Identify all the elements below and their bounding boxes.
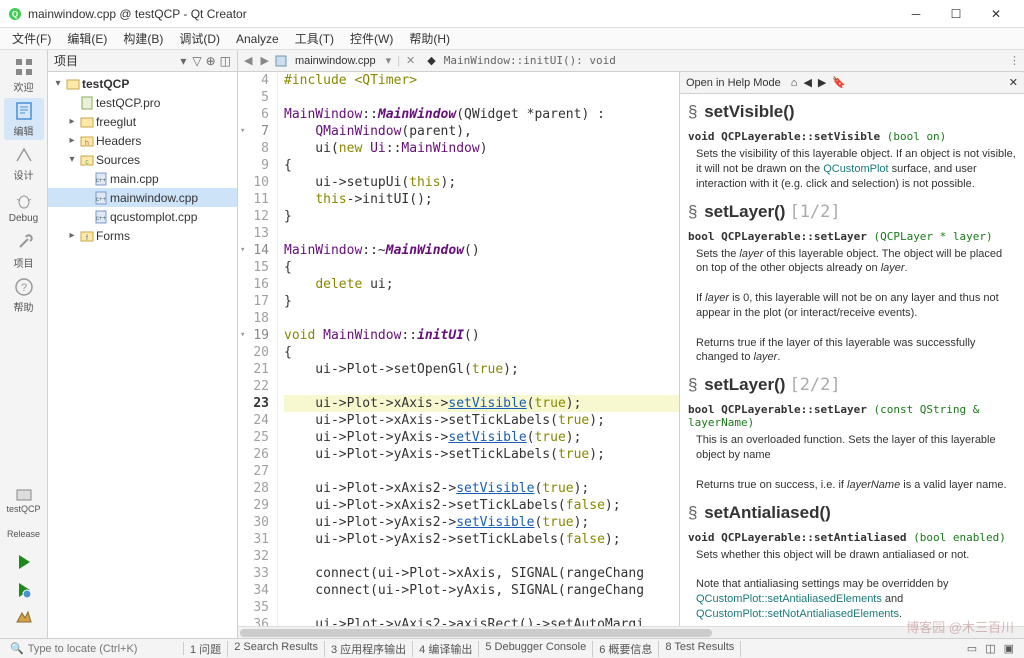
status-tab[interactable]: 1 问题 (184, 641, 228, 657)
svg-text:c++: c++ (96, 178, 107, 184)
menu-item[interactable]: 编辑(E) (61, 28, 113, 49)
svg-text:c++: c++ (96, 197, 107, 203)
nav-back-icon[interactable]: ◀ (242, 54, 254, 67)
status-tab[interactable]: 5 Debugger Console (479, 641, 593, 657)
mode-toolbar: 欢迎编辑设计Debug项目?帮助 testQCP Release (0, 50, 48, 638)
svg-text:h: h (85, 140, 89, 147)
mode-wrench[interactable]: 项目 (4, 230, 44, 272)
tree-item[interactable]: ▾testQCP (48, 74, 237, 93)
maximize-button[interactable]: ☐ (936, 2, 976, 26)
nav-fwd-icon[interactable]: ▶ (258, 54, 270, 67)
line-col-indicator[interactable]: ⋮ (1009, 54, 1020, 67)
code-editor[interactable]: 4567891011121314151617181920212223242526… (238, 72, 679, 626)
menu-item[interactable]: 控件(W) (344, 28, 399, 49)
tree-item[interactable]: ▸hHeaders (48, 131, 237, 150)
sync-icon[interactable]: ⊕ (206, 54, 216, 68)
tree-item[interactable]: testQCP.pro (48, 93, 237, 112)
help-mode-label[interactable]: Open in Help Mode (686, 77, 781, 89)
tree-item[interactable]: c++main.cpp (48, 169, 237, 188)
titlebar: Q mainwindow.cpp @ testQCP - Qt Creator … (0, 0, 1024, 28)
mode-grid[interactable]: 欢迎 (4, 54, 44, 96)
tree-item[interactable]: ▾cSources (48, 150, 237, 169)
menu-item[interactable]: 工具(T) (289, 28, 340, 49)
file-dropdown-icon[interactable]: ▾ (384, 54, 394, 67)
editor-file-name[interactable]: mainwindow.cpp (291, 55, 380, 67)
search-icon: 🔍 (10, 642, 24, 655)
output-toggle-icon[interactable]: ▣ (1000, 642, 1018, 655)
svg-text:f: f (86, 235, 88, 242)
watermark: 博客园 @木三百川 (906, 617, 1014, 636)
svg-text:c++: c++ (96, 216, 107, 222)
bookmark-icon[interactable]: 🔖 (832, 76, 846, 89)
mode-bug[interactable]: Debug (4, 186, 44, 228)
filter-icon[interactable]: ▽ (192, 54, 201, 68)
close-doc-icon[interactable]: ✕ (404, 54, 417, 67)
menu-item[interactable]: 文件(F) (6, 28, 57, 49)
sidebar-toggle-icon[interactable]: ◫ (981, 642, 999, 655)
project-panel-title: 项目 (54, 52, 174, 69)
symbol-breadcrumb[interactable]: MainWindow::initUI(): void (440, 54, 620, 67)
locator-input[interactable] (28, 643, 168, 655)
menu-item[interactable]: 调试(D) (173, 28, 226, 49)
status-tab[interactable]: 8 Test Results (659, 641, 741, 657)
tree-item[interactable]: c++mainwindow.cpp (48, 188, 237, 207)
svg-text:c: c (85, 159, 89, 166)
menu-item[interactable]: 帮助(H) (403, 28, 456, 49)
status-tab[interactable]: 2 Search Results (228, 641, 325, 657)
help-close-icon[interactable]: ✕ (1009, 76, 1018, 89)
progress-icon[interactable]: ▭ (963, 642, 981, 655)
status-tab[interactable]: 6 概要信息 (593, 641, 659, 657)
editor-header: ◀ ▶ mainwindow.cpp ▾ | ✕ ◆ MainWindow::i… (238, 50, 1024, 72)
statusbar: 🔍 1 问题2 Search Results3 应用程序输出4 编译输出5 De… (0, 638, 1024, 658)
tree-item[interactable]: ▸fForms (48, 226, 237, 245)
close-button[interactable]: ✕ (976, 2, 1016, 26)
project-tree[interactable]: ▾testQCPtestQCP.pro▸freeglut▸hHeaders▾cS… (48, 72, 237, 247)
mode-design[interactable]: 设计 (4, 142, 44, 184)
tree-item[interactable]: ▸freeglut (48, 112, 237, 131)
svg-text:Q: Q (12, 10, 18, 19)
mode-edit[interactable]: 编辑 (4, 98, 44, 140)
run-button[interactable] (4, 548, 44, 576)
project-panel: 项目 ▾ ▽ ⊕ ◫ ▾testQCPtestQCP.pro▸freeglut▸… (48, 50, 238, 638)
menu-item[interactable]: 构建(B) (117, 28, 169, 49)
file-icon (275, 55, 287, 67)
tree-item[interactable]: c++qcustomplot.cpp (48, 207, 237, 226)
help-back-icon[interactable]: ◀ (803, 76, 811, 89)
debug-run-button[interactable] (4, 576, 44, 604)
run-config-build[interactable]: Release (4, 520, 44, 548)
dropdown-icon[interactable]: ▾ (180, 54, 186, 68)
symbol-icon: ◆ (427, 54, 435, 67)
window-title: mainwindow.cpp @ testQCP - Qt Creator (28, 7, 896, 21)
build-button[interactable] (4, 604, 44, 632)
run-config-project[interactable]: testQCP (4, 480, 44, 520)
svg-text:?: ? (20, 282, 26, 294)
app-icon: Q (8, 7, 22, 21)
help-fwd-icon[interactable]: ▶ (818, 76, 826, 89)
help-panel: Open in Help Mode ⌂ ◀ ▶ 🔖 ✕ § setVisible… (679, 72, 1024, 626)
help-content[interactable]: § setVisible()void QCPLayerable::setVisi… (680, 94, 1024, 626)
home-icon[interactable]: ⌂ (791, 77, 798, 89)
split-icon[interactable]: ◫ (220, 54, 231, 68)
mode-help[interactable]: ?帮助 (4, 274, 44, 316)
status-tab[interactable]: 3 应用程序输出 (325, 641, 413, 657)
minimize-button[interactable]: ─ (896, 2, 936, 26)
menubar: 文件(F)编辑(E)构建(B)调试(D)Analyze工具(T)控件(W)帮助(… (0, 28, 1024, 50)
status-tab[interactable]: 4 编译输出 (413, 641, 479, 657)
menu-item[interactable]: Analyze (230, 30, 285, 48)
